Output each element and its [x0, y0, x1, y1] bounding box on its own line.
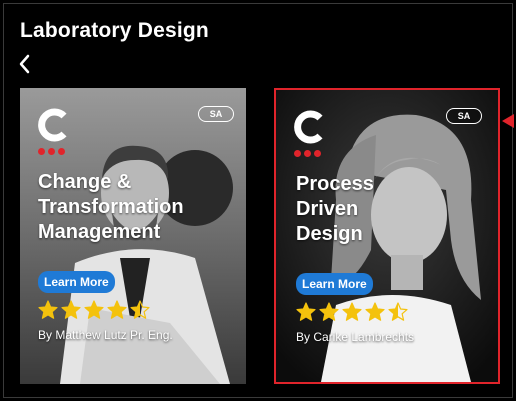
star-icon	[107, 300, 127, 319]
chevron-left-icon	[19, 54, 30, 74]
page-title: Laboratory Design	[20, 19, 209, 42]
learn-more-button[interactable]: Learn More	[38, 271, 115, 293]
selection-arrow-indicator	[502, 114, 514, 128]
course-title: Change & Transformation Management	[38, 171, 184, 243]
star-icon	[130, 300, 150, 319]
region-badge: SA	[446, 108, 482, 124]
course-card-change-management[interactable]: SA Change & Transformation Management Le…	[20, 88, 246, 384]
course-author: By Matthew Lutz Pr. Eng.	[38, 328, 173, 342]
star-icon	[61, 300, 81, 319]
star-icon	[296, 302, 316, 321]
star-icon	[84, 300, 104, 319]
rating-stars	[38, 300, 150, 320]
star-icon	[38, 300, 58, 319]
logo-dots	[294, 150, 321, 157]
learn-more-button[interactable]: Learn More	[296, 273, 373, 295]
back-button[interactable]	[15, 52, 35, 76]
star-icon	[319, 302, 339, 321]
star-icon	[388, 302, 408, 321]
course-title: Process Driven Design	[296, 173, 374, 245]
c-logo-icon	[38, 108, 67, 142]
star-icon	[342, 302, 362, 321]
rating-stars	[296, 302, 408, 322]
c-logo-icon	[294, 110, 323, 144]
star-icon	[365, 302, 385, 321]
course-card-process-driven-design[interactable]: SA Process Driven Design Learn More By C…	[274, 88, 500, 384]
logo-dots	[38, 148, 65, 155]
region-badge: SA	[198, 106, 234, 122]
course-author: By Carike Lambrechts	[296, 330, 415, 344]
